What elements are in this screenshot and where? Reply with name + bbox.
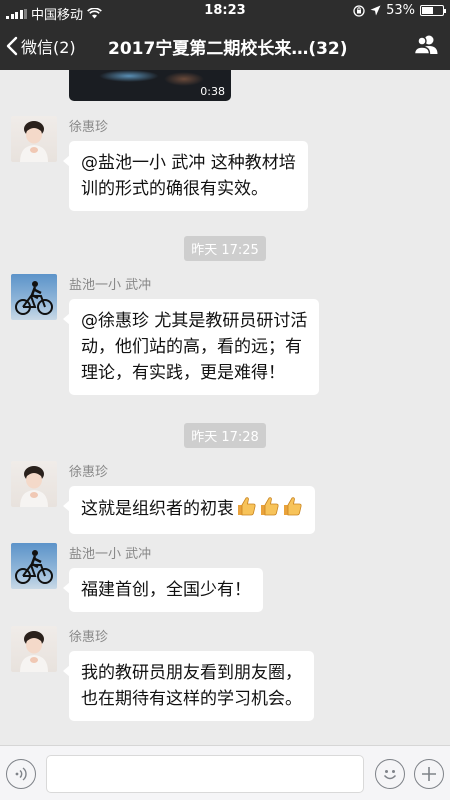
message-line: 这就是组织者的初衷: [81, 495, 303, 525]
message-text: 训的形式的确很有实效。: [81, 179, 268, 199]
back-label: 微信(2): [21, 38, 76, 57]
voice-button[interactable]: [6, 759, 36, 789]
back-button[interactable]: 微信(2): [6, 34, 76, 58]
message-text: 我的教研员朋友看到朋友圈，: [81, 663, 302, 683]
message-bubble[interactable]: 福建首创，全国少有！: [63, 568, 263, 612]
girl-avatar[interactable]: [11, 116, 57, 162]
emoji-button[interactable]: [375, 759, 405, 789]
location-icon: [370, 5, 381, 16]
sender-name: 徐惠珍: [69, 630, 109, 645]
message-bubble[interactable]: 这就是组织者的初衷: [63, 486, 315, 534]
more-button[interactable]: [414, 759, 444, 789]
girl-avatar[interactable]: [11, 461, 57, 507]
cyclist-avatar[interactable]: [11, 274, 57, 320]
timestamp: 昨天 17:25: [0, 236, 450, 261]
plus-icon: [422, 767, 436, 781]
status-bar: 中国移动 18:23 53%: [0, 0, 450, 23]
battery-icon: [420, 5, 446, 16]
voice-icon: [15, 767, 27, 781]
message-bubble[interactable]: 我的教研员朋友看到朋友圈， 也在期待有这样的学习机会。: [63, 651, 314, 721]
message-bubble[interactable]: @盐池一小 武冲 这种教材培 训的形式的确很有实效。: [63, 141, 308, 211]
battery-percent: 53%: [386, 3, 415, 18]
message-text: @盐池一小 武冲 这种教材培: [81, 153, 296, 173]
sender-name: 盐池一小 武冲: [69, 278, 152, 293]
orientation-lock-icon: [353, 4, 365, 17]
status-right: 53%: [353, 3, 446, 18]
video-message[interactable]: 0:38: [69, 70, 231, 101]
thumbs-up-icon: [281, 495, 303, 525]
group-members-button[interactable]: [413, 34, 438, 60]
timestamp-label: 昨天 17:25: [184, 236, 266, 261]
input-bar: [0, 745, 450, 800]
sender-name: 徐惠珍: [69, 120, 109, 135]
nav-bar: 微信(2) 2017宁夏第二期校长来…(32): [0, 22, 450, 70]
girl-avatar[interactable]: [11, 626, 57, 672]
video-duration: 0:38: [200, 85, 225, 98]
thumbs-up-icon: [258, 495, 280, 525]
thumbs-up-icon: [235, 495, 257, 525]
chat-area[interactable]: 0:38 徐惠珍 @盐池一小 武冲 这种教材培 训的形式的确很有实效。 昨天 1…: [0, 70, 450, 745]
chevron-left-icon: [6, 36, 18, 56]
message-input[interactable]: [46, 755, 364, 793]
timestamp-label: 昨天 17:28: [184, 423, 266, 448]
message-text: @徐惠珍 尤其是教研员研讨活: [81, 311, 308, 331]
cyclist-avatar[interactable]: [11, 543, 57, 589]
timestamp: 昨天 17:28: [0, 423, 450, 448]
message-text: 福建首创，全国少有！: [81, 580, 251, 600]
sender-name: 盐池一小 武冲: [69, 547, 152, 562]
message-text: 也在期待有这样的学习机会。: [81, 689, 302, 709]
emoji-icon: [383, 770, 397, 780]
message-text: 理论，有实践，更是难得！: [81, 363, 285, 383]
sender-name: 徐惠珍: [69, 465, 109, 480]
message-text: 这就是组织者的初衷: [81, 499, 234, 519]
group-members-icon: [413, 35, 438, 55]
message-text: 动，他们站的高，看的远；有: [81, 337, 302, 357]
message-bubble[interactable]: @徐惠珍 尤其是教研员研讨活 动，他们站的高，看的远；有 理论，有实践，更是难得…: [62, 299, 320, 395]
chat-title: 2017宁夏第二期校长来…(32): [108, 39, 348, 59]
